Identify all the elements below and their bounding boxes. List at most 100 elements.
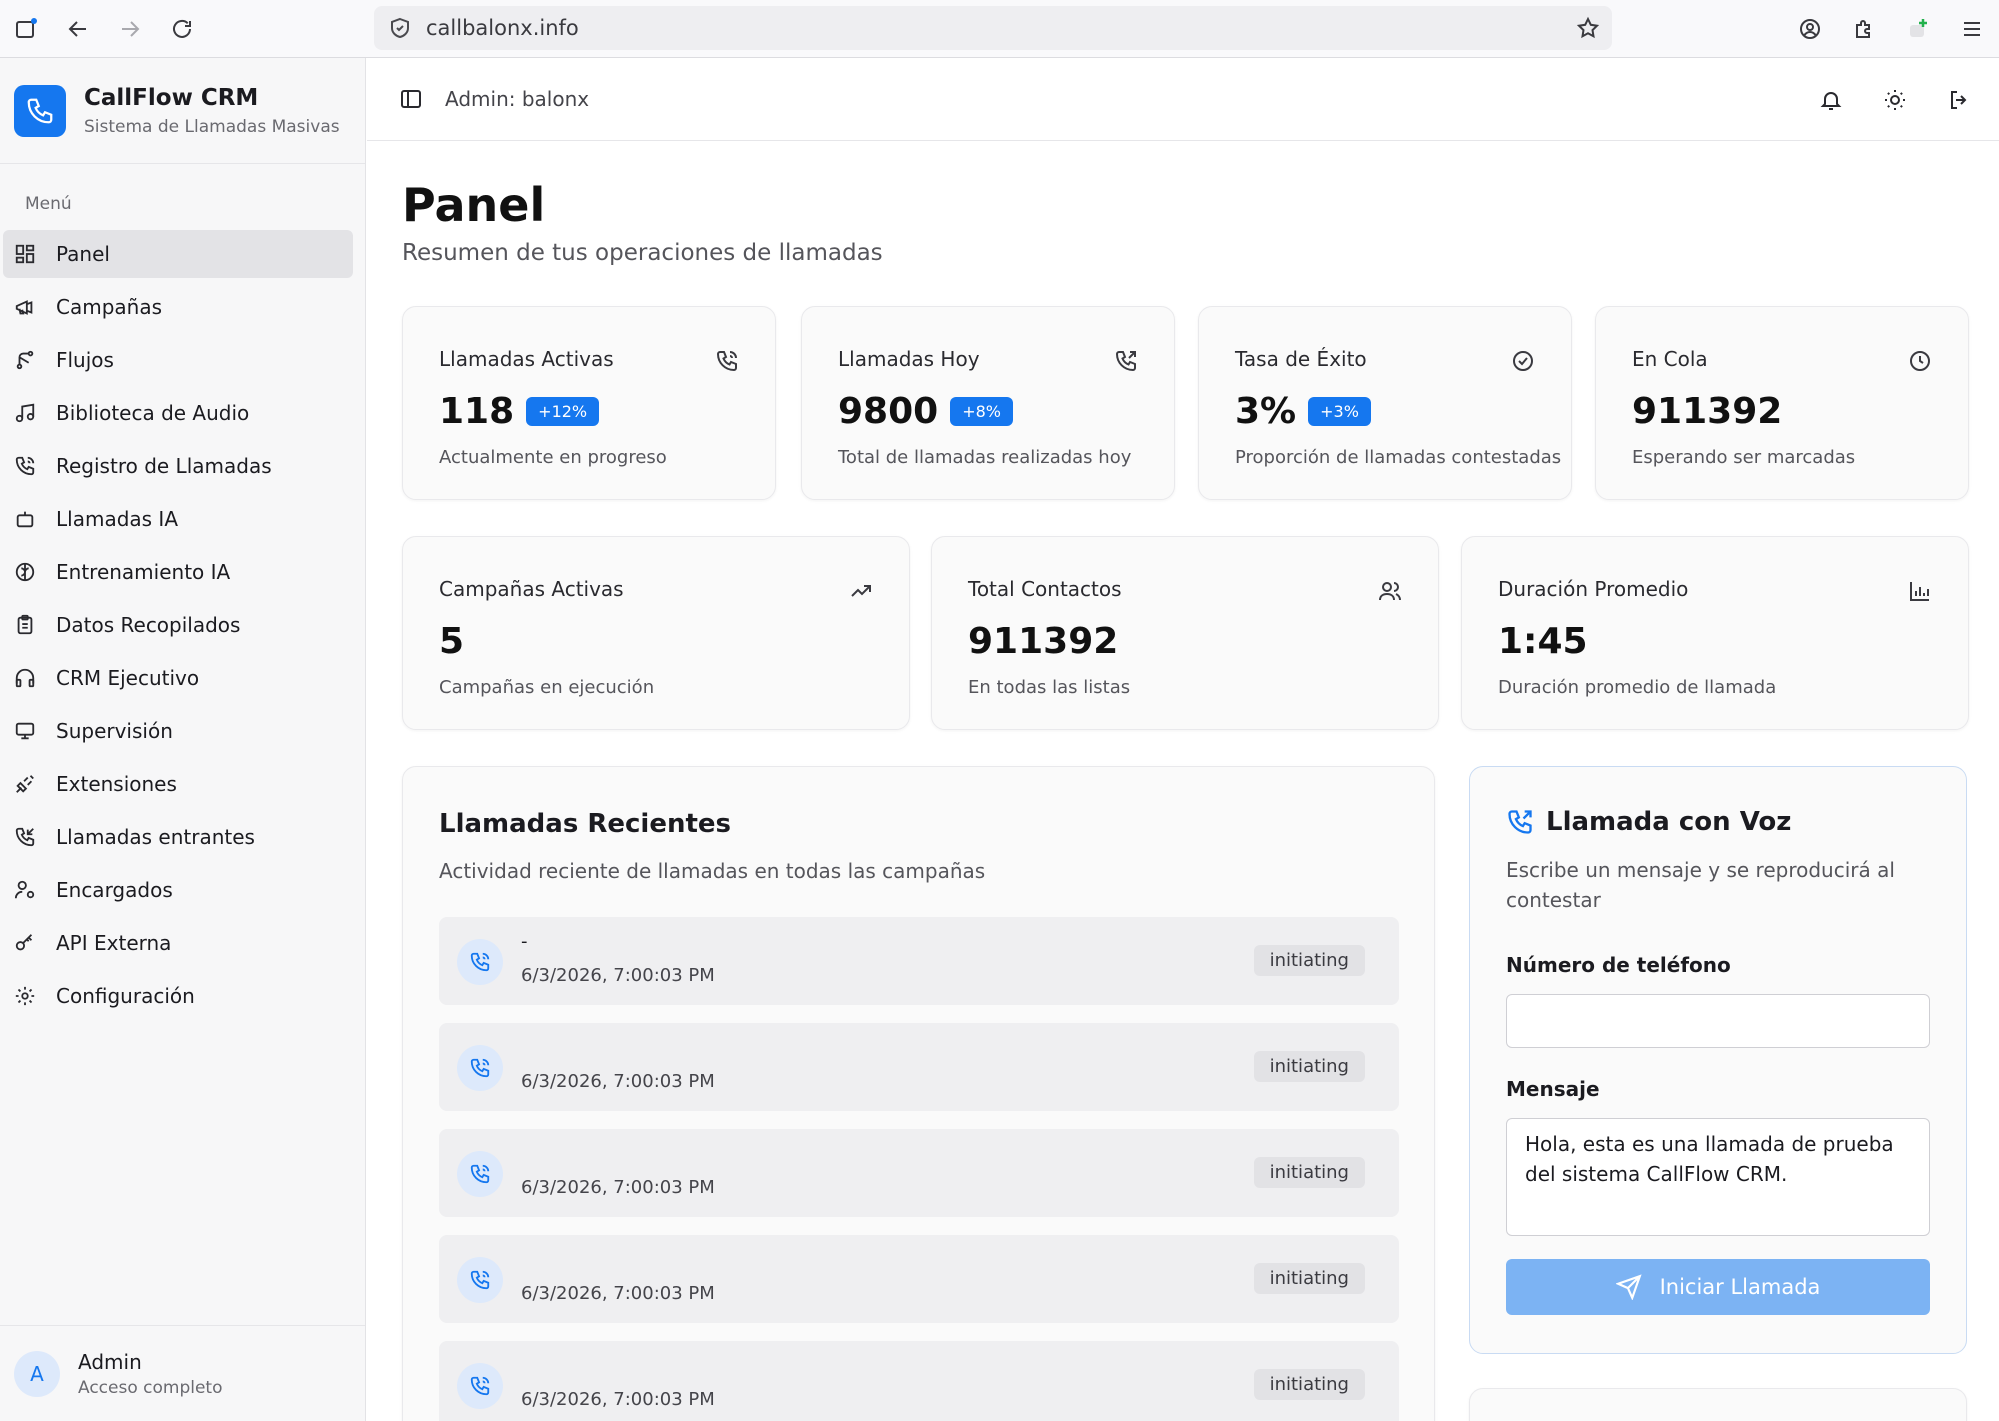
address-bar[interactable]: callbalonx.info — [374, 6, 1612, 50]
sidebar-item-flujos[interactable]: Flujos — [3, 336, 353, 384]
stat-label: Tasa de Éxito — [1235, 347, 1367, 371]
bot-icon — [13, 507, 37, 531]
stat-card-active-calls: Llamadas Activas 118 +12% Actualmente en… — [402, 306, 776, 500]
sidebar-item-label: Registro de Llamadas — [56, 454, 272, 478]
user-role: Acceso completo — [78, 1377, 223, 1398]
bell-icon[interactable] — [1807, 76, 1855, 124]
trending-up-icon — [849, 579, 873, 603]
sidebar-item-label: Datos Recopilados — [56, 613, 241, 637]
bookmark-star-icon[interactable] — [1576, 16, 1600, 40]
back-arrow-icon[interactable] — [52, 3, 104, 55]
voice-call-subtitle: Escribe un mensaje y se reproducirá al c… — [1506, 858, 1895, 912]
sidebar-item-llamadas-entrantes[interactable]: Llamadas entrantes — [3, 813, 353, 861]
stat-card-queue: En Cola 911392 Esperando ser marcadas — [1595, 306, 1969, 500]
sidebar-item-configuracion[interactable]: Configuración — [3, 972, 353, 1020]
reload-icon[interactable] — [156, 3, 208, 55]
sidebar: CallFlow CRM Sistema de Llamadas Masivas… — [0, 58, 366, 1421]
extension-plus-icon[interactable] — [1891, 3, 1945, 55]
sidebar-item-supervision[interactable]: Supervisión — [3, 707, 353, 755]
sidebar-item-api-externa[interactable]: API Externa — [3, 919, 353, 967]
stat-description: Campañas en ejecución — [439, 677, 655, 698]
admin-label: Admin: balonx — [445, 87, 590, 111]
user-profile[interactable]: A Admin Acceso completo — [0, 1325, 365, 1421]
call-contact-name: - — [521, 931, 528, 952]
phone-call-icon — [715, 349, 739, 373]
call-timestamp: 6/3/2026, 7:00:03 PM — [521, 1389, 715, 1410]
grid-icon — [13, 242, 37, 266]
settings-icon — [13, 984, 37, 1008]
list-item[interactable]: 6/3/2026, 7:00:03 PM initiating — [439, 1341, 1399, 1421]
call-timestamp: 6/3/2026, 7:00:03 PM — [521, 1177, 715, 1198]
workflow-icon — [13, 348, 37, 372]
phone-number-input[interactable] — [1506, 994, 1930, 1048]
list-item[interactable]: 6/3/2026, 7:00:03 PM initiating — [439, 1235, 1399, 1323]
main-content: Panel Resumen de tus operaciones de llam… — [367, 142, 1999, 1421]
sidebar-item-biblioteca-audio[interactable]: Biblioteca de Audio — [3, 389, 353, 437]
top-header: Admin: balonx — [367, 58, 1999, 141]
status-badge: initiating — [1253, 945, 1365, 976]
stat-description: Total de llamadas realizadas hoy — [838, 447, 1132, 468]
stat-description: Actualmente en progreso — [439, 447, 667, 468]
extensions-puzzle-icon[interactable] — [1837, 3, 1891, 55]
account-icon[interactable] — [1783, 3, 1837, 55]
stat-card-calls-today: Llamadas Hoy 9800 +8% Total de llamadas … — [801, 306, 1175, 500]
phone-incoming-icon — [13, 825, 37, 849]
stat-value: 1:45 — [1498, 621, 1588, 662]
phone-call-icon — [457, 1257, 503, 1303]
sidebar-item-panel[interactable]: Panel — [3, 230, 353, 278]
headphones-icon — [13, 666, 37, 690]
stat-label: En Cola — [1632, 347, 1708, 371]
phone-outgoing-icon — [1506, 808, 1534, 836]
brand-header: CallFlow CRM Sistema de Llamadas Masivas — [0, 58, 365, 164]
sidebar-item-entrenamiento-ia[interactable]: Entrenamiento IA — [3, 548, 353, 596]
stat-card-avg-duration: Duración Promedio 1:45 Duración promedio… — [1461, 536, 1969, 730]
brand-title: CallFlow CRM — [84, 84, 259, 111]
stat-description: Duración promedio de llamada — [1498, 677, 1777, 698]
logout-icon[interactable] — [1935, 76, 1983, 124]
sidebar-item-llamadas-ia[interactable]: Llamadas IA — [3, 495, 353, 543]
page-subtitle: Resumen de tus operaciones de llamadas — [402, 240, 883, 266]
user-cog-icon — [13, 878, 37, 902]
stat-value: 9800 — [838, 391, 939, 432]
sidebar-item-label: API Externa — [56, 931, 172, 955]
sidebar-item-label: Supervisión — [56, 719, 173, 743]
message-textarea[interactable]: Hola, esta es una llamada de prueba del … — [1506, 1118, 1930, 1236]
list-item[interactable]: 6/3/2026, 7:00:03 PM initiating — [439, 1129, 1399, 1217]
status-badge: initiating — [1253, 1051, 1365, 1082]
sidebar-item-datos-recopilados[interactable]: Datos Recopilados — [3, 601, 353, 649]
call-timestamp: 6/3/2026, 7:00:03 PM — [521, 1071, 715, 1092]
stat-description: Proporción de llamadas contestadas — [1235, 447, 1562, 468]
send-icon — [1615, 1274, 1642, 1300]
phone-call-icon — [457, 939, 503, 985]
hamburger-menu-icon[interactable] — [1945, 3, 1999, 55]
phone-icon — [13, 454, 37, 478]
list-item[interactable]: - 6/3/2026, 7:00:03 PM initiating — [439, 917, 1399, 1005]
sidebar-item-crm-ejecutivo[interactable]: CRM Ejecutivo — [3, 654, 353, 702]
sun-icon[interactable] — [1871, 76, 1919, 124]
sidebar-item-campanas[interactable]: Campañas — [3, 283, 353, 331]
voice-call-card: Llamada con Voz Escribe un mensaje y se … — [1469, 766, 1967, 1354]
stat-card-total-contacts: Total Contactos 911392 En todas las list… — [931, 536, 1439, 730]
phone-field-label: Número de teléfono — [1506, 953, 1731, 977]
stat-value: 911392 — [968, 621, 1119, 662]
sidebar-toggle-icon[interactable] — [399, 87, 423, 111]
message-field-label: Mensaje — [1506, 1077, 1600, 1101]
page-title: Panel — [402, 178, 546, 232]
sidebar-item-registro-llamadas[interactable]: Registro de Llamadas — [3, 442, 353, 490]
sidebar-item-encargados[interactable]: Encargados — [3, 866, 353, 914]
monitor-icon — [13, 719, 37, 743]
stat-card-success-rate: Tasa de Éxito 3% +3% Proporción de llama… — [1198, 306, 1572, 500]
check-circle-icon — [1511, 349, 1535, 373]
sidebar-item-label: Biblioteca de Audio — [56, 401, 250, 425]
sidebar-tabs-icon[interactable] — [0, 3, 52, 55]
stat-description: En todas las listas — [968, 677, 1131, 698]
voice-call-title: Llamada con Voz — [1546, 807, 1792, 837]
sidebar-item-label: Configuración — [56, 984, 195, 1008]
clipboard-icon — [13, 613, 37, 637]
forward-arrow-icon[interactable] — [104, 3, 156, 55]
list-item[interactable]: 6/3/2026, 7:00:03 PM initiating — [439, 1023, 1399, 1111]
start-call-button[interactable]: Iniciar Llamada — [1506, 1259, 1930, 1315]
sidebar-item-label: Campañas — [56, 295, 163, 319]
sidebar-item-extensiones[interactable]: Extensiones — [3, 760, 353, 808]
sidebar-item-label: Flujos — [56, 348, 114, 372]
